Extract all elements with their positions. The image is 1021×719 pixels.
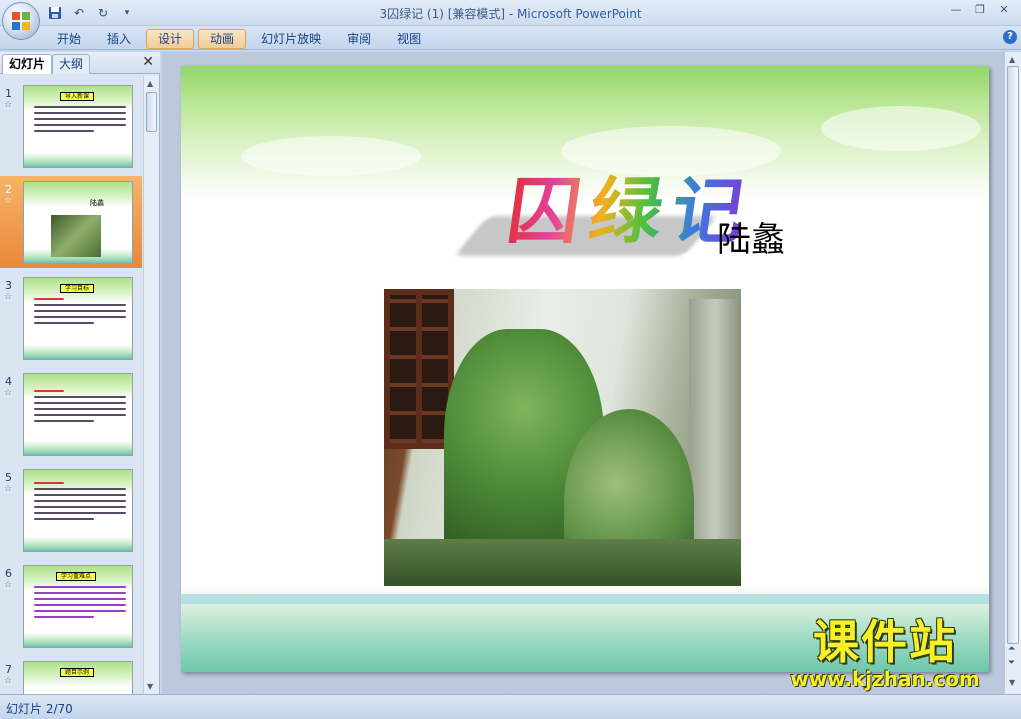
thumbnail-number: 4 bbox=[5, 375, 12, 388]
thumbnail-title: 学习目标 bbox=[60, 284, 94, 293]
animation-star-icon: ☆ bbox=[4, 388, 13, 398]
thumbnail-title: 导入新课 bbox=[60, 92, 94, 101]
status-bar: 幻灯片 2/70 bbox=[0, 694, 1021, 719]
slide-author[interactable]: 陆蠡 bbox=[717, 212, 785, 261]
thumbnail-number: 1 bbox=[5, 87, 12, 100]
thumbnail-row-selected[interactable]: 2 ☆ 陆蠡 bbox=[0, 176, 142, 268]
scroll-down-icon[interactable]: ▼ bbox=[1009, 678, 1015, 687]
tab-view[interactable]: 视图 bbox=[386, 29, 432, 49]
tab-review[interactable]: 审阅 bbox=[336, 29, 382, 49]
scroll-down-icon[interactable]: ▼ bbox=[147, 682, 153, 691]
previous-slide-icon[interactable]: ⏶ bbox=[1008, 644, 1015, 654]
window-title: 3囚绿记 (1) [兼容模式] - Microsoft PowerPoint bbox=[379, 7, 642, 21]
close-icon[interactable]: ✕ bbox=[993, 2, 1015, 18]
thumbnail-row[interactable]: 4 ☆ bbox=[0, 368, 142, 460]
ribbon: 开始 插入 设计 动画 幻灯片放映 审阅 视图 ? bbox=[0, 26, 1021, 50]
slide-counter: 幻灯片 2/70 bbox=[6, 702, 73, 716]
watermark-main: 课件站 bbox=[813, 615, 957, 669]
title-bar: ↶ ↻ ▾ 3囚绿记 (1) [兼容模式] - Microsoft PowerP… bbox=[0, 0, 1021, 26]
slide-thumbnail[interactable]: 题目示例 bbox=[23, 661, 133, 694]
window-controls: — ❐ ✕ bbox=[945, 2, 1015, 18]
ribbon-tabs: 开始 插入 设计 动画 幻灯片放映 审阅 视图 bbox=[46, 29, 436, 49]
animation-star-icon: ☆ bbox=[4, 484, 13, 494]
tab-insert[interactable]: 插入 bbox=[96, 29, 142, 49]
thumbnail-row[interactable]: 7 ☆ 题目示例 bbox=[0, 656, 142, 694]
tab-animations[interactable]: 动画 bbox=[198, 29, 247, 49]
help-icon[interactable]: ? bbox=[1003, 30, 1017, 44]
watermark-url: www.kjzhan.com bbox=[790, 667, 980, 691]
tab-outline[interactable]: 大纲 bbox=[52, 54, 91, 74]
scroll-up-icon[interactable]: ▲ bbox=[147, 79, 153, 88]
thumbnail-row[interactable]: 1 ☆ 导入新课 bbox=[0, 80, 142, 172]
minimize-icon[interactable]: — bbox=[945, 2, 967, 18]
thumbnail-row[interactable]: 5 ☆ bbox=[0, 464, 142, 556]
tab-home[interactable]: 开始 bbox=[46, 29, 92, 49]
scroll-thumb[interactable] bbox=[1007, 66, 1019, 644]
slide-thumbnail[interactable]: 学习重难点 bbox=[23, 565, 133, 648]
pane-close-icon[interactable]: ✕ bbox=[142, 54, 154, 70]
slide-thumbnail[interactable]: 学习目标 bbox=[23, 277, 133, 360]
tab-design[interactable]: 设计 bbox=[146, 29, 195, 49]
next-slide-icon[interactable]: ⏷ bbox=[1008, 658, 1015, 668]
thumbnail-row[interactable]: 3 ☆ 学习目标 bbox=[0, 272, 142, 364]
animation-star-icon: ☆ bbox=[4, 100, 13, 110]
tab-slideshow[interactable]: 幻灯片放映 bbox=[250, 29, 332, 49]
slides-pane: 幻灯片 大纲 ✕ 1 ☆ 导入新课 2 ☆ 陆蠡 3 ☆ 学习目标 4 ☆ 5 … bbox=[0, 52, 160, 694]
slide-thumbnail[interactable] bbox=[23, 373, 133, 456]
pane-tabs: 幻灯片 大纲 ✕ bbox=[0, 52, 160, 74]
thumbnail-title: 学习重难点 bbox=[56, 572, 96, 581]
scroll-thumb[interactable] bbox=[146, 92, 157, 132]
thumbnail-title: 陆蠡 bbox=[90, 199, 104, 207]
slide-thumbnail[interactable] bbox=[23, 469, 133, 552]
thumbnail-number: 5 bbox=[5, 471, 12, 484]
slide-thumbnails: 1 ☆ 导入新课 2 ☆ 陆蠡 3 ☆ 学习目标 4 ☆ 5 ☆ 6 ☆ 学习重… bbox=[0, 76, 142, 694]
thumbnail-number: 3 bbox=[5, 279, 12, 292]
animation-star-icon: ☆ bbox=[4, 676, 13, 686]
scroll-up-icon[interactable]: ▲ bbox=[1009, 55, 1015, 64]
slide-scrollbar[interactable]: ▲ ⏶ ⏷ ▼ bbox=[1004, 52, 1021, 694]
slide-thumbnail[interactable]: 导入新课 bbox=[23, 85, 133, 168]
thumbnail-title: 题目示例 bbox=[60, 668, 94, 677]
thumbnail-number: 7 bbox=[5, 663, 12, 676]
office-logo-icon bbox=[12, 12, 30, 30]
current-slide[interactable]: 囚绿记 陆蠡 bbox=[181, 66, 989, 672]
thumbnails-scrollbar[interactable]: ▲ ▼ bbox=[143, 76, 159, 694]
animation-star-icon: ☆ bbox=[4, 580, 13, 590]
office-button[interactable] bbox=[2, 2, 40, 40]
slide-thumbnail[interactable]: 陆蠡 bbox=[23, 181, 133, 264]
slide-editing-area: 囚绿记 陆蠡 bbox=[162, 52, 1004, 694]
animation-star-icon: ☆ bbox=[4, 292, 13, 302]
watermark: 课件站 www.kjzhan.com bbox=[772, 616, 998, 690]
thumbnail-row[interactable]: 6 ☆ 学习重难点 bbox=[0, 560, 142, 652]
thumbnail-number: 2 bbox=[5, 183, 12, 196]
thumbnail-number: 6 bbox=[5, 567, 12, 580]
animation-star-icon: ☆ bbox=[4, 196, 13, 206]
thumbnail-photo bbox=[51, 215, 101, 257]
maximize-icon[interactable]: ❐ bbox=[969, 2, 991, 18]
slide-photo[interactable] bbox=[384, 289, 741, 594]
tab-slides[interactable]: 幻灯片 bbox=[2, 54, 53, 74]
